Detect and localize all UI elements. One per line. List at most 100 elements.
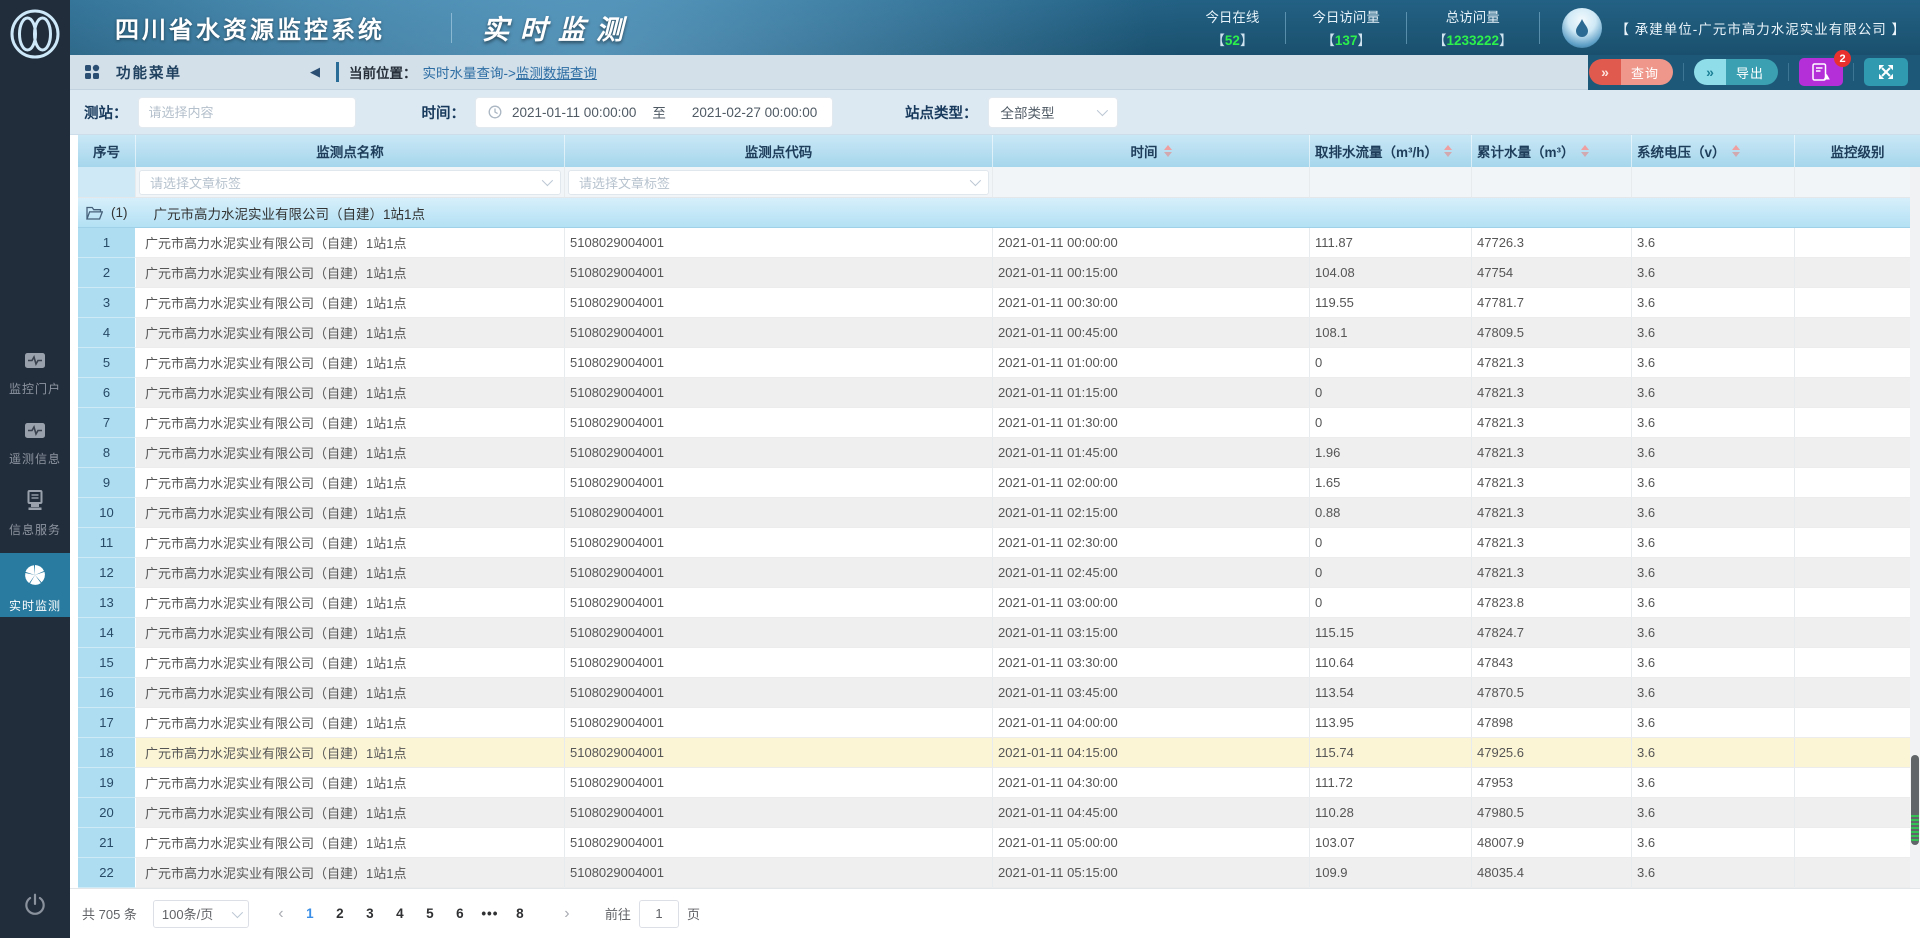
table-row[interactable]: 1 广元市高力水泥实业有限公司（自建）1站1点 5108029004001 20… <box>78 228 1920 258</box>
collapse-menu-icon[interactable]: ◀ <box>310 64 320 80</box>
sort-carets-icon[interactable] <box>1581 145 1589 157</box>
next-page-button[interactable]: › <box>553 905 581 923</box>
row-station-name: 广元市高力水泥实业有限公司（自建）1站1点 <box>136 828 565 858</box>
row-station-code: 5108029004001 <box>565 678 993 708</box>
row-total: 48007.9 <box>1472 828 1632 858</box>
row-flow: 108.1 <box>1310 318 1472 348</box>
page-size-select[interactable]: 100条/页 <box>153 900 249 928</box>
row-voltage: 3.6 <box>1632 288 1795 318</box>
row-seq: 16 <box>78 678 136 708</box>
page-button[interactable]: 4 <box>385 900 415 928</box>
row-time: 2021-01-11 04:15:00 <box>993 738 1310 768</box>
sidebar-item-portal[interactable]: 监控门户 <box>0 352 70 397</box>
table-row[interactable]: 16 广元市高力水泥实业有限公司（自建）1站1点 5108029004001 2… <box>78 678 1920 708</box>
table-row[interactable]: 3 广元市高力水泥实业有限公司（自建）1站1点 5108029004001 20… <box>78 288 1920 318</box>
time-end-value[interactable]: 2021-02-27 00:00:00 <box>692 105 817 120</box>
row-time: 2021-01-11 03:00:00 <box>993 588 1310 618</box>
table-row[interactable]: 6 广元市高力水泥实业有限公司（自建）1站1点 5108029004001 20… <box>78 378 1920 408</box>
sort-carets-icon[interactable] <box>1444 145 1452 157</box>
table-row[interactable]: 18 广元市高力水泥实业有限公司（自建）1站1点 5108029004001 2… <box>78 738 1920 768</box>
power-icon[interactable] <box>22 892 48 923</box>
table-row[interactable]: 9 广元市高力水泥实业有限公司（自建）1站1点 5108029004001 20… <box>78 468 1920 498</box>
table-row[interactable]: 13 广元市高力水泥实业有限公司（自建）1站1点 5108029004001 2… <box>78 588 1920 618</box>
table-row[interactable]: 10 广元市高力水泥实业有限公司（自建）1站1点 5108029004001 2… <box>78 498 1920 528</box>
query-button[interactable]: » 查询 <box>1589 59 1673 85</box>
row-flow: 119.55 <box>1310 288 1472 318</box>
column-header-total[interactable]: 累计水量（m³） <box>1472 135 1632 167</box>
table-row[interactable]: 8 广元市高力水泥实业有限公司（自建）1站1点 5108029004001 20… <box>78 438 1920 468</box>
sidebar-item-realtime-monitor[interactable]: 实时监测 <box>0 553 70 617</box>
row-total: 47809.5 <box>1472 318 1632 348</box>
toolbar: 功能菜单 ◀ 当前位置： 实时水量查询->监测数据查询 » 查询 » 导出 <box>70 55 1920 90</box>
page-button[interactable]: 8 <box>505 900 535 928</box>
prev-page-button[interactable]: ‹ <box>267 905 295 923</box>
column-header-flow[interactable]: 取排水流量（m³/h） <box>1310 135 1472 167</box>
row-time: 2021-01-11 05:15:00 <box>993 858 1310 888</box>
page-ellipsis[interactable]: ••• <box>475 900 505 928</box>
time-range-picker[interactable]: 2021-01-11 00:00:00 至 2021-02-27 00:00:0… <box>475 97 833 128</box>
table-row[interactable]: 2 广元市高力水泥实业有限公司（自建）1站1点 5108029004001 20… <box>78 258 1920 288</box>
page-button[interactable]: 5 <box>415 900 445 928</box>
table-row[interactable]: 12 广元市高力水泥实业有限公司（自建）1站1点 5108029004001 2… <box>78 558 1920 588</box>
fullscreen-button[interactable] <box>1864 58 1908 86</box>
row-station-code: 5108029004001 <box>565 768 993 798</box>
table-row[interactable]: 11 广元市高力水泥实业有限公司（自建）1站1点 5108029004001 2… <box>78 528 1920 558</box>
row-level <box>1795 738 1920 768</box>
station-input[interactable] <box>138 97 356 128</box>
alarm-report-button[interactable]: 2 <box>1799 58 1843 86</box>
row-station-code: 5108029004001 <box>565 498 993 528</box>
goto-page-input[interactable] <box>639 900 679 928</box>
table-row[interactable]: 17 广元市高力水泥实业有限公司（自建）1站1点 5108029004001 2… <box>78 708 1920 738</box>
sort-carets-icon[interactable] <box>1164 145 1172 157</box>
code-filter-select[interactable]: 请选择文章标签 <box>568 170 989 195</box>
table-row[interactable]: 15 广元市高力水泥实业有限公司（自建）1站1点 5108029004001 2… <box>78 648 1920 678</box>
row-time: 2021-01-11 00:30:00 <box>993 288 1310 318</box>
table-row[interactable]: 22 广元市高力水泥实业有限公司（自建）1站1点 5108029004001 2… <box>78 858 1920 888</box>
row-time: 2021-01-11 04:45:00 <box>993 798 1310 828</box>
table-row[interactable]: 20 广元市高力水泥实业有限公司（自建）1站1点 5108029004001 2… <box>78 798 1920 828</box>
row-level <box>1795 378 1920 408</box>
table-row[interactable]: 7 广元市高力水泥实业有限公司（自建）1站1点 5108029004001 20… <box>78 408 1920 438</box>
breadcrumb-bar <box>336 62 339 82</box>
sort-carets-icon[interactable] <box>1732 145 1740 157</box>
table-filter-row: 请选择文章标签 请选择文章标签 <box>78 167 1920 198</box>
page-button[interactable]: 2 <box>325 900 355 928</box>
table-row[interactable]: 21 广元市高力水泥实业有限公司（自建）1站1点 5108029004001 2… <box>78 828 1920 858</box>
row-seq: 15 <box>78 648 136 678</box>
page-button[interactable]: 3 <box>355 900 385 928</box>
pager-pages: 123456•••8 <box>295 900 535 928</box>
toolbar-divider <box>1788 63 1789 81</box>
table-row[interactable]: 4 广元市高力水泥实业有限公司（自建）1站1点 5108029004001 20… <box>78 318 1920 348</box>
page-button[interactable]: 1 <box>295 900 325 928</box>
export-button[interactable]: » 导出 <box>1694 59 1778 85</box>
column-header-voltage[interactable]: 系统电压（v） <box>1632 135 1795 167</box>
row-seq: 21 <box>78 828 136 858</box>
sidebar-item-info-service[interactable]: 信息服务 <box>0 490 70 538</box>
sidebar-item-telemetry[interactable]: 遥测信息 <box>0 422 70 467</box>
row-level <box>1795 558 1920 588</box>
aperture-icon <box>23 563 47 587</box>
name-filter-select[interactable]: 请选择文章标签 <box>139 170 561 195</box>
stat-value: 【137】 <box>1312 29 1380 49</box>
scrollbar-thumb[interactable] <box>1911 755 1919 845</box>
time-start-value[interactable]: 2021-01-11 00:00:00 <box>512 105 636 120</box>
page-button[interactable]: 6 <box>445 900 475 928</box>
info-service-icon <box>25 490 45 511</box>
breadcrumb-parent[interactable]: 实时水量查询-> <box>423 66 516 81</box>
table-row[interactable]: 14 广元市高力水泥实业有限公司（自建）1站1点 5108029004001 2… <box>78 618 1920 648</box>
table-row[interactable]: 19 广元市高力水泥实业有限公司（自建）1站1点 5108029004001 2… <box>78 768 1920 798</box>
breadcrumb-current[interactable]: 监测数据查询 <box>516 66 597 81</box>
row-flow: 111.72 <box>1310 768 1472 798</box>
row-seq: 1 <box>78 228 136 258</box>
row-station-name: 广元市高力水泥实业有限公司（自建）1站1点 <box>136 378 565 408</box>
column-header-time[interactable]: 时间 <box>993 135 1310 167</box>
chevron-down-icon <box>542 175 553 186</box>
group-row[interactable]: (1) 广元市高力水泥实业有限公司（自建）1站1点 <box>78 198 1920 228</box>
top-header: 四川省水资源监控系统 实时监测 今日在线 【52】 今日访问量 【137】 总访… <box>70 0 1920 55</box>
row-voltage: 3.6 <box>1632 348 1795 378</box>
table-row[interactable]: 5 广元市高力水泥实业有限公司（自建）1站1点 5108029004001 20… <box>78 348 1920 378</box>
table-body: 1 广元市高力水泥实业有限公司（自建）1站1点 5108029004001 20… <box>78 228 1920 888</box>
row-level <box>1795 618 1920 648</box>
station-type-select[interactable]: 全部类型 <box>988 97 1118 128</box>
row-station-name: 广元市高力水泥实业有限公司（自建）1站1点 <box>136 798 565 828</box>
